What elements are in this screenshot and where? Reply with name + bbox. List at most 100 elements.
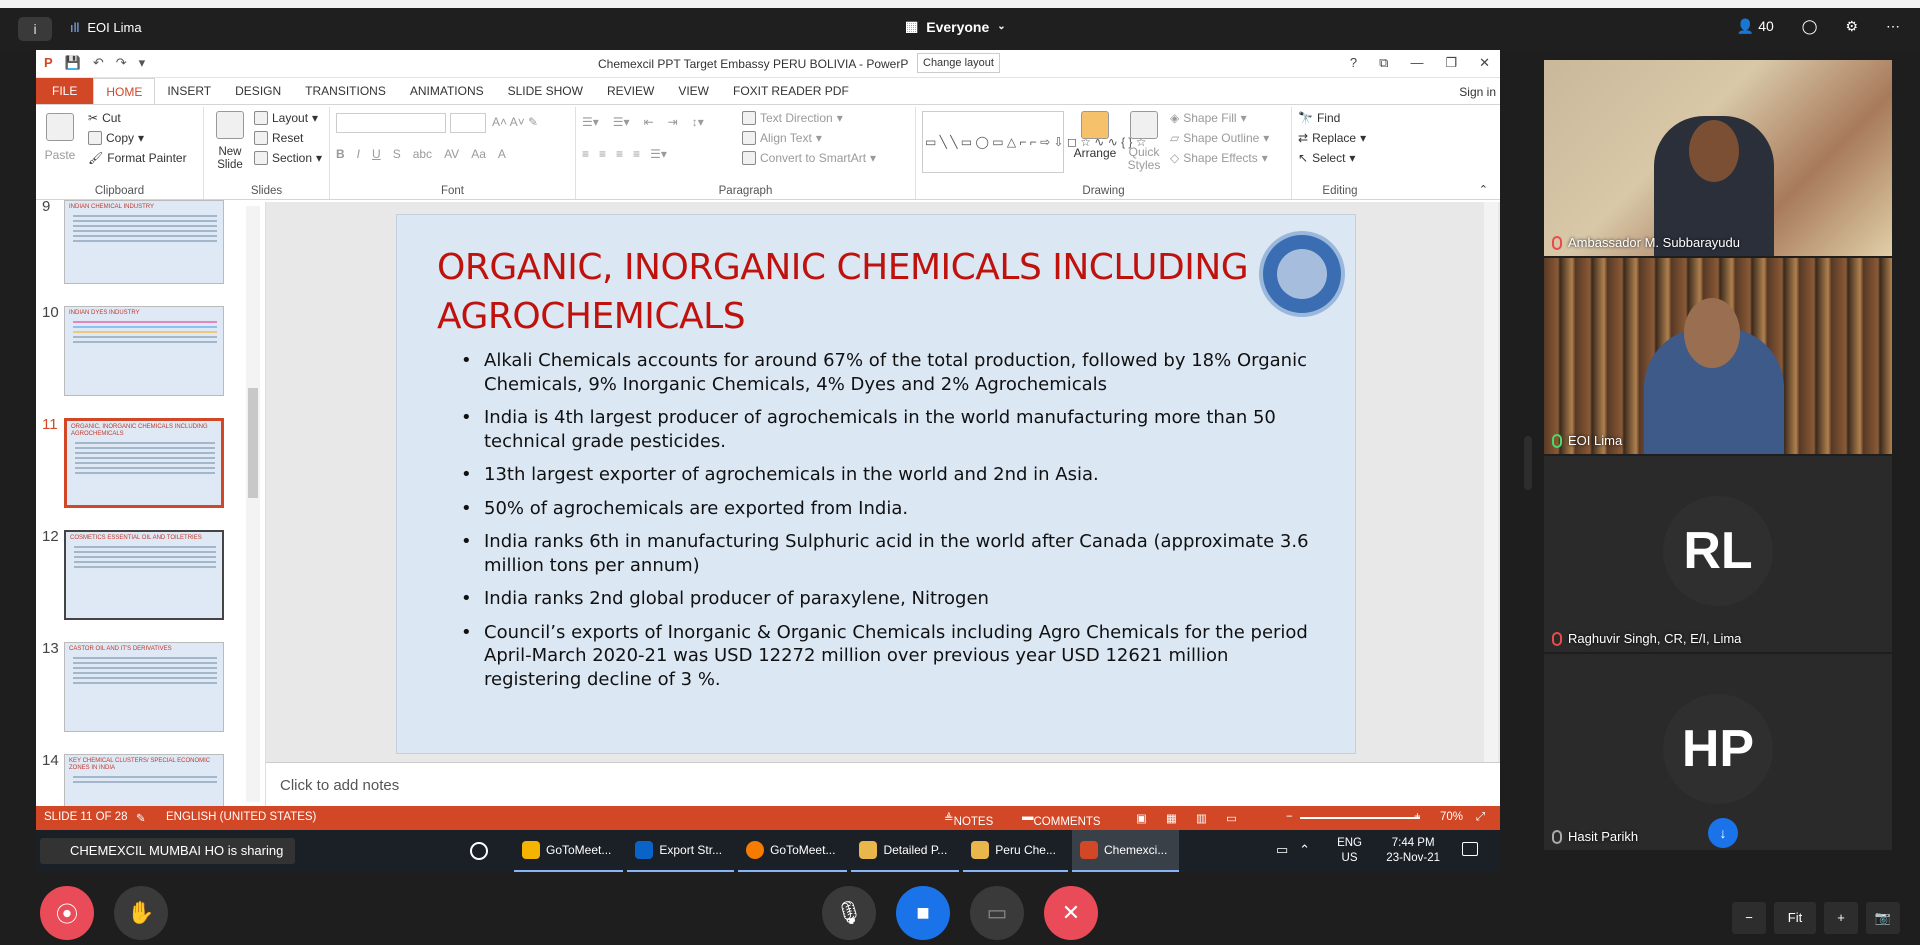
fit-slide-icon[interactable]: ⤢: [1476, 811, 1485, 824]
normal-view-icon[interactable]: ▣: [1136, 811, 1147, 825]
participant-tile[interactable]: RL Raghuvir Singh, CR, E/I, Lima: [1544, 456, 1892, 652]
thumbnail-slide[interactable]: CASTOR OIL AND IT'S DERIVATIVES: [64, 642, 224, 732]
text-direction-button[interactable]: Text Direction ▾: [742, 111, 843, 125]
view-layout-dropdown[interactable]: ▦ Everyone ⌄: [905, 18, 1006, 35]
raise-hand-button[interactable]: ✋: [114, 886, 168, 940]
panel-resize-handle[interactable]: [1524, 436, 1532, 490]
shape-effects-button[interactable]: ◇ Shape Effects ▾: [1170, 151, 1268, 165]
tab-transitions[interactable]: TRANSITIONS: [293, 78, 398, 104]
convert-smartart-button[interactable]: Convert to SmartArt ▾: [742, 151, 876, 165]
arrange-button[interactable]: Arrange: [1072, 111, 1118, 160]
slide-scrollbar[interactable]: [1484, 202, 1498, 762]
tab-review[interactable]: REVIEW: [595, 78, 666, 104]
scroll-down-button[interactable]: ↓: [1708, 818, 1738, 848]
tab-home[interactable]: HOME: [93, 78, 156, 104]
taskbar-app[interactable]: GoToMeet...: [738, 830, 848, 872]
chat-icon[interactable]: ◯: [1802, 18, 1818, 35]
thumbnail-slide[interactable]: INDIAN DYES INDUSTRY: [64, 306, 224, 396]
settings-gear-icon[interactable]: ⚙: [1845, 18, 1858, 35]
zoom-out-button[interactable]: −: [1286, 811, 1293, 823]
list-buttons[interactable]: ☰▾ ☰▾ ⇤ ⇥ ↕▾: [582, 115, 704, 129]
align-text-button[interactable]: Align Text ▾: [742, 131, 822, 145]
reset-button[interactable]: Reset: [254, 131, 303, 145]
zoom-in-button[interactable]: +: [1824, 902, 1858, 934]
shape-fill-button[interactable]: ◈ Shape Fill ▾: [1170, 111, 1247, 125]
replace-button[interactable]: ⇄ Replace ▾: [1298, 131, 1366, 145]
notes-button[interactable]: ≜ NOTES: [944, 811, 993, 828]
sign-in-link[interactable]: Sign in: [1459, 85, 1496, 99]
tab-foxit[interactable]: FOXIT READER PDF: [721, 78, 861, 104]
tab-animations[interactable]: ANIMATIONS: [398, 78, 496, 104]
participant-tile[interactable]: Ambassador M. Subbarayudu: [1544, 60, 1892, 256]
scrollbar-thumb[interactable]: [248, 388, 258, 498]
select-button[interactable]: ↖ Select ▾: [1298, 151, 1355, 165]
font-size-buttons[interactable]: A˄ A˅ ✎: [492, 115, 538, 129]
minimize-icon[interactable]: —: [1410, 55, 1423, 71]
info-button[interactable]: i: [18, 17, 52, 41]
slideshow-icon[interactable]: ▭: [1226, 811, 1237, 825]
format-painter-button[interactable]: 🖌 Format Painter: [88, 151, 187, 165]
tab-slide-show[interactable]: SLIDE SHOW: [496, 78, 595, 104]
current-slide[interactable]: ORGANIC, INORGANIC CHEMICALS INCLUDING A…: [396, 214, 1356, 754]
thumbnail-scrollbar[interactable]: [246, 206, 260, 802]
participants-button[interactable]: 👤 40: [1737, 18, 1774, 35]
taskbar-app[interactable]: GoToMeet...: [514, 830, 624, 872]
proofing-icon[interactable]: ✎: [136, 811, 146, 825]
undo-icon[interactable]: ↶: [93, 55, 104, 71]
section-button[interactable]: Section ▾: [254, 151, 322, 165]
language-indicator[interactable]: ENGLISH (UNITED STATES): [166, 811, 316, 823]
collapse-ribbon-icon[interactable]: ⌃: [1479, 183, 1488, 196]
align-buttons[interactable]: ≡ ≡ ≡ ≡ ☰▾: [582, 147, 667, 161]
quick-styles-button[interactable]: Quick Styles: [1124, 111, 1164, 172]
slide-title[interactable]: ORGANIC, INORGANIC CHEMICALS INCLUDING A…: [437, 243, 1257, 341]
thumbnail-slide[interactable]: INDIAN CHEMICAL INDUSTRY: [64, 200, 224, 284]
taskbar-app[interactable]: Detailed P...: [851, 830, 960, 872]
layout-button[interactable]: Layout ▾: [254, 111, 318, 125]
find-button[interactable]: 🔭 Find: [1298, 111, 1340, 125]
close-icon[interactable]: ✕: [1479, 55, 1490, 71]
notifications-icon[interactable]: [1462, 842, 1478, 856]
screenshot-icon[interactable]: 📷: [1866, 902, 1900, 934]
shape-outline-button[interactable]: ▱ Shape Outline ▾: [1170, 131, 1269, 145]
restore-icon[interactable]: ❐: [1445, 55, 1457, 71]
notes-pane[interactable]: Click to add notes: [266, 762, 1500, 806]
input-language[interactable]: ENG US: [1337, 836, 1362, 866]
tab-view[interactable]: VIEW: [666, 78, 721, 104]
reading-view-icon[interactable]: ▥: [1196, 811, 1207, 825]
redo-icon[interactable]: ↷: [116, 55, 127, 71]
zoom-out-button[interactable]: −: [1732, 902, 1766, 934]
participant-tile[interactable]: EOI Lima: [1544, 258, 1892, 454]
more-options-icon[interactable]: ⋯: [1886, 18, 1900, 35]
paste-button[interactable]: Paste: [42, 113, 78, 162]
zoom-level[interactable]: 70%: [1440, 811, 1463, 823]
cortana-icon[interactable]: [470, 842, 488, 860]
taskbar-app[interactable]: Export Str...: [627, 830, 735, 872]
taskbar-app[interactable]: Peru Che...: [963, 830, 1068, 872]
leave-meeting-button[interactable]: ✕: [1044, 886, 1098, 940]
comments-button[interactable]: ▬ COMMENTS: [1022, 811, 1101, 828]
tab-design[interactable]: DESIGN: [223, 78, 293, 104]
slide-bullets[interactable]: Alkali Chemicals accounts for around 67%…: [461, 349, 1329, 701]
font-style-buttons[interactable]: B I U Sabc AV Aa A: [336, 147, 506, 161]
save-icon[interactable]: 💾: [65, 55, 81, 71]
customize-icon[interactable]: ▾: [139, 55, 146, 71]
cut-button[interactable]: ✂ Cut: [88, 111, 121, 125]
record-button[interactable]: ⦿: [40, 886, 94, 940]
thumbnail-slide[interactable]: COSMETICS ESSENTIAL OIL AND TOILETRIES: [64, 530, 224, 620]
font-name-box[interactable]: [336, 113, 446, 133]
slide-sorter-icon[interactable]: ▦: [1166, 811, 1177, 825]
new-slide-button[interactable]: New Slide: [210, 111, 250, 172]
screen-share-button[interactable]: ▭: [970, 886, 1024, 940]
camera-button[interactable]: ■: [896, 886, 950, 940]
ribbon-display-icon[interactable]: ⧉: [1379, 55, 1388, 71]
shapes-gallery[interactable]: ▭ ╲ ╲ ▭ ◯ ▭ △ ⌐ ⌐ ⇨ ⇩ ◻ ☆ ∿ ∿ { } ☆: [922, 111, 1147, 173]
font-size-box[interactable]: [450, 113, 486, 133]
help-icon[interactable]: ?: [1350, 55, 1357, 71]
zoom-in-button[interactable]: +: [1414, 811, 1421, 823]
mute-mic-button[interactable]: 🎙: [822, 886, 876, 940]
participant-tile[interactable]: HP Hasit Parikh ↓: [1544, 654, 1892, 850]
copy-button[interactable]: Copy ▾: [88, 131, 144, 145]
system-clock[interactable]: 7:44 PM 23-Nov-21: [1386, 836, 1440, 866]
tab-file[interactable]: FILE: [36, 78, 94, 104]
fit-button[interactable]: Fit: [1774, 902, 1816, 934]
